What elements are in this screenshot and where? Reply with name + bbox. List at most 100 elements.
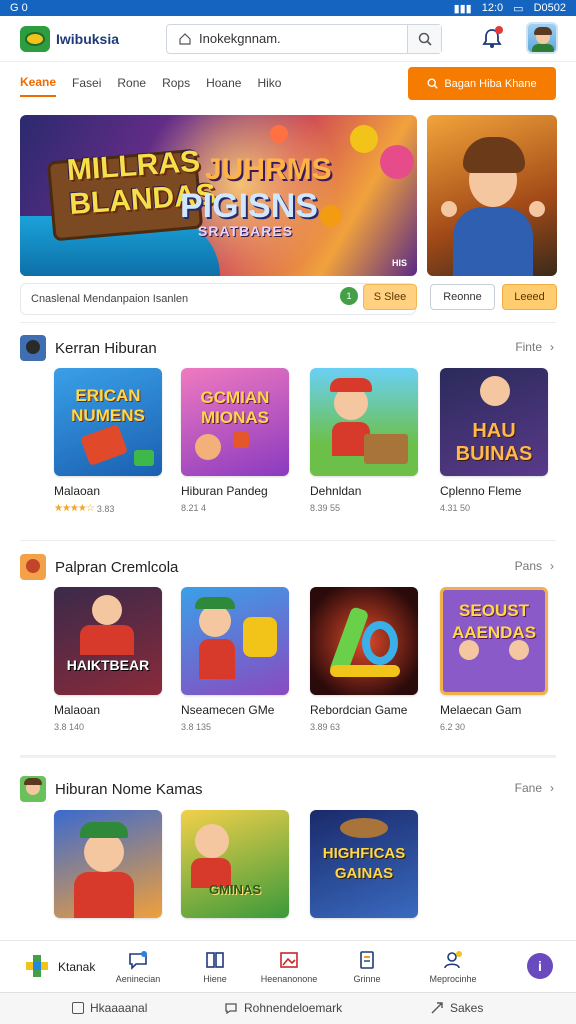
bottom-nav: Ktanak Aeninecian Hiene Heenanonone Grin…: [0, 940, 576, 992]
status-date: D0502: [533, 2, 566, 14]
game-meta: 3.89 63: [310, 722, 341, 732]
game-thumbnail: [310, 587, 418, 695]
section-more-link[interactable]: Fane ›: [515, 781, 554, 795]
section-title: Hiburan Nome Kamas: [55, 780, 203, 798]
nav-item-5[interactable]: Meprocinhe: [415, 949, 491, 989]
brand-logo-icon[interactable]: [24, 953, 50, 979]
divider: [20, 755, 556, 758]
game-card[interactable]: ERICAN NUMENS Malaoan ★★★★☆ 3.83: [54, 368, 164, 514]
game-meta: 3.8 140: [54, 722, 85, 732]
tab-rone[interactable]: Rone: [117, 70, 146, 96]
promo-count-badge: 1: [340, 287, 358, 305]
square-icon: [72, 1002, 84, 1014]
cta-button[interactable]: Bagan Hiba Khane: [408, 67, 556, 100]
tab-rops[interactable]: Rops: [162, 70, 190, 96]
info-icon[interactable]: i: [527, 953, 553, 979]
game-card[interactable]: GCMIAN MIONAS Hiburan Pandeg 8.21 4: [181, 368, 291, 513]
game-card[interactable]: Nseamecen GMe 3.8 135: [181, 587, 291, 732]
tab-keane[interactable]: Keane: [20, 69, 57, 97]
divider: [20, 540, 556, 541]
signal-icon: ▮▮▮: [453, 2, 472, 15]
chevron-right-icon: ›: [550, 781, 554, 795]
game-card[interactable]: HAIKTBEAR Malaoan 3.8 140: [54, 587, 164, 732]
game-title: Nseamecen GMe: [181, 703, 275, 717]
grid-icon: [206, 952, 224, 968]
game-title: Melaecan Gam: [440, 703, 522, 717]
game-title: Dehnldan: [310, 484, 362, 498]
game-card[interactable]: [54, 810, 164, 918]
game-thumbnail: HAU BUINAS: [440, 368, 548, 476]
hero-title-line4: PIGISNS: [180, 187, 318, 225]
section-header: Hiburan Nome Kamas Fane ›: [20, 775, 556, 803]
game-thumbnail: [54, 810, 162, 918]
game-meta: 8.39 55: [310, 503, 341, 513]
promo-text: Cnaslenal Mendanpaion Isanlen: [31, 293, 189, 305]
hero-subtitle: SRATBARES: [198, 223, 294, 239]
game-thumbnail: GCMIAN MIONAS: [181, 368, 289, 476]
search-button[interactable]: [407, 24, 441, 53]
game-title: Cplenno Fleme: [440, 484, 522, 498]
chevron-right-icon: ›: [550, 340, 554, 354]
cta-label: Bagan Hiba Khane: [444, 77, 537, 90]
tab-hoane[interactable]: Hoane: [206, 70, 241, 96]
search-input[interactable]: Inokekgnnam.: [166, 23, 442, 54]
share-icon: [431, 1002, 443, 1014]
game-meta: 6.2 30: [440, 722, 466, 732]
section-header: Palpran Cremlcola Pans ›: [20, 553, 556, 581]
game-thumbnail: SEOUST AAENDAS: [440, 587, 548, 695]
status-left: G 0: [10, 2, 28, 14]
game-card[interactable]: HIGHFICAS GAINAS: [310, 810, 420, 918]
sys-item-3[interactable]: Sakes: [430, 1001, 483, 1015]
game-meta: 4.31 50: [440, 503, 471, 513]
primary-button[interactable]: Leeed: [502, 284, 557, 310]
user-avatar[interactable]: [526, 22, 558, 54]
tab-hiko[interactable]: Hiko: [257, 70, 281, 96]
home-icon: [179, 32, 191, 45]
nav-item-2[interactable]: Hiene: [177, 949, 253, 989]
nav-tabs: Keane Fasei Rone Rops Hoane Hiko: [20, 68, 281, 98]
chevron-right-icon: ›: [550, 559, 554, 573]
hero-tag: HIS: [391, 258, 407, 268]
game-thumbnail: HAIKTBEAR: [54, 587, 162, 695]
game-meta: 8.21 4: [181, 503, 207, 513]
section-header: Kerran Hiburan Finte ›: [20, 334, 556, 362]
search-icon: [418, 32, 432, 46]
promo-button[interactable]: S Slee: [363, 284, 417, 310]
game-card[interactable]: Dehnldan 8.39 55: [310, 368, 420, 513]
status-bar: G 0 ▮▮▮ 12:0 ▭ D0502: [0, 0, 576, 16]
tab-fasei[interactable]: Fasei: [72, 70, 101, 96]
gallery-icon: [280, 952, 298, 968]
game-title: Malaoan: [54, 484, 101, 498]
game-thumbnail: ERICAN NUMENS: [54, 368, 162, 476]
nav-item-4[interactable]: Grinne: [329, 949, 405, 989]
status-time: 12:0: [481, 2, 504, 14]
system-bar: Hkaaaanal Rohnendeloemark Sakes: [0, 992, 576, 1024]
section-avatar-icon: [20, 554, 46, 580]
battery-icon: ▭: [513, 2, 524, 15]
sys-item-1[interactable]: Hkaaaanal: [72, 1001, 147, 1015]
game-card[interactable]: SEOUST AAENDAS Melaecan Gam 6.2 30: [440, 587, 550, 732]
game-card[interactable]: HAU BUINAS Cplenno Fleme 4.31 50: [440, 368, 550, 513]
brand-label: Ktanak: [58, 960, 96, 974]
nav-item-1[interactable]: Aeninecian: [100, 949, 176, 989]
game-card[interactable]: Rebordcian Game 3.89 63: [310, 587, 420, 732]
hero-banner[interactable]: MILLRAS BLANDAS JUHRMS PIGISNS SRATBARES…: [20, 115, 417, 276]
chat-icon: [129, 951, 147, 970]
game-title: Rebordcian Game: [310, 703, 408, 717]
user-icon: [444, 951, 462, 969]
chat-bubble-icon: [225, 1003, 237, 1015]
app-logo[interactable]: [20, 25, 50, 52]
section-more-link[interactable]: Pans ›: [515, 559, 554, 573]
notification-button[interactable]: [478, 24, 506, 52]
game-meta: ★★★★☆ 3.83: [54, 503, 115, 514]
search-value: Inokekgnnam.: [199, 31, 281, 46]
hero-character-card[interactable]: [427, 115, 557, 276]
sys-item-2[interactable]: Rohnendeloemark: [224, 1001, 342, 1015]
game-title: Malaoan: [54, 703, 101, 717]
game-thumbnail: [310, 368, 418, 476]
game-card[interactable]: GMINAS: [181, 810, 291, 918]
nav-item-3[interactable]: Heenanonone: [251, 949, 327, 989]
secondary-button[interactable]: Reonne: [430, 284, 495, 310]
section-more-link[interactable]: Finte ›: [515, 340, 554, 354]
notification-badge: [495, 26, 503, 34]
